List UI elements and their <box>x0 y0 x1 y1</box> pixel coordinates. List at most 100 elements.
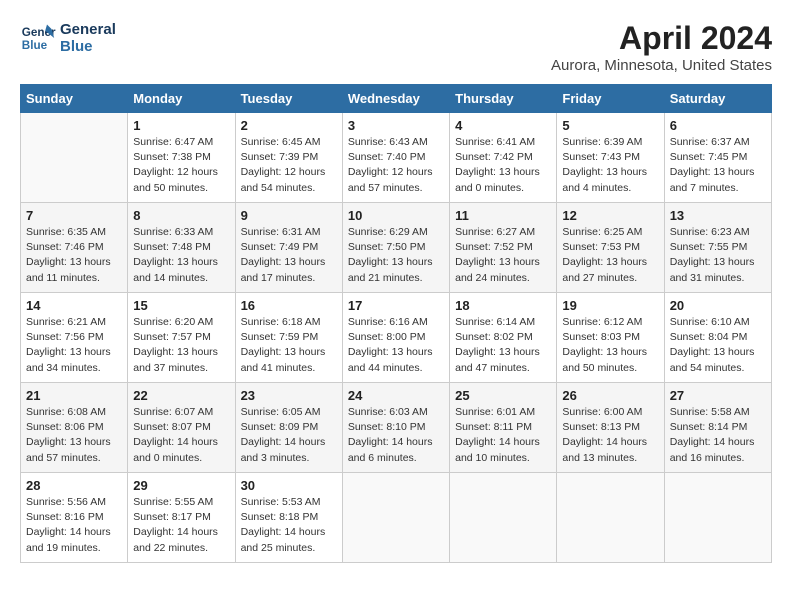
calendar-cell: 23Sunrise: 6:05 AM Sunset: 8:09 PM Dayli… <box>235 383 342 473</box>
day-number: 20 <box>670 298 766 313</box>
weekday-header-wednesday: Wednesday <box>342 85 449 113</box>
day-info: Sunrise: 6:37 AM Sunset: 7:45 PM Dayligh… <box>670 135 766 196</box>
day-info: Sunrise: 6:39 AM Sunset: 7:43 PM Dayligh… <box>562 135 658 196</box>
day-info: Sunrise: 6:45 AM Sunset: 7:39 PM Dayligh… <box>241 135 337 196</box>
day-number: 15 <box>133 298 229 313</box>
day-number: 5 <box>562 118 658 133</box>
day-info: Sunrise: 6:27 AM Sunset: 7:52 PM Dayligh… <box>455 225 551 286</box>
calendar-cell: 15 Sunrise: 6:20 AM Sunset: 7:57 PM Dayli… <box>128 293 235 383</box>
day-number: 25 <box>455 388 551 403</box>
day-number: 13 <box>670 208 766 223</box>
day-number: 21 <box>26 388 122 403</box>
day-number: 19 <box>562 298 658 313</box>
subtitle: Aurora, Minnesota, United States <box>551 57 772 74</box>
day-info: Sunrise: 6:20 AM Sunset: 7:57 PM Dayligh… <box>133 315 229 376</box>
calendar-cell: 18 Sunrise: 6:14 AM Sunset: 8:02 PM Dayli… <box>450 293 557 383</box>
calendar-cell <box>21 113 128 203</box>
calendar-cell <box>342 473 449 563</box>
weekday-header-thursday: Thursday <box>450 85 557 113</box>
calendar-cell: 27 Sunrise: 5:58 AM Sunset: 8:14 PM Dayli… <box>664 383 771 473</box>
calendar-cell: 29Sunrise: 5:55 AM Sunset: 8:17 PM Dayli… <box>128 473 235 563</box>
calendar-cell: 20 Sunrise: 6:10 AM Sunset: 8:04 PM Dayli… <box>664 293 771 383</box>
day-number: 1 <box>133 118 229 133</box>
day-info: Sunrise: 6:00 AM Sunset: 8:13 PM Dayligh… <box>562 405 658 466</box>
day-number: 6 <box>670 118 766 133</box>
day-info: Sunrise: 5:55 AM Sunset: 8:17 PM Dayligh… <box>133 495 229 556</box>
day-info: Sunrise: 6:29 AM Sunset: 7:50 PM Dayligh… <box>348 225 444 286</box>
day-info: Sunrise: 6:33 AM Sunset: 7:48 PM Dayligh… <box>133 225 229 286</box>
day-info: Sunrise: 6:23 AM Sunset: 7:55 PM Dayligh… <box>670 225 766 286</box>
day-info: Sunrise: 6:12 AM Sunset: 8:03 PM Dayligh… <box>562 315 658 376</box>
day-number: 4 <box>455 118 551 133</box>
day-info: Sunrise: 6:08 AM Sunset: 8:06 PM Dayligh… <box>26 405 122 466</box>
day-number: 16 <box>241 298 337 313</box>
weekday-header-row: SundayMondayTuesdayWednesdayThursdayFrid… <box>21 85 772 113</box>
calendar-cell: 9Sunrise: 6:31 AM Sunset: 7:49 PM Daylig… <box>235 203 342 293</box>
day-info: Sunrise: 6:05 AM Sunset: 8:09 PM Dayligh… <box>241 405 337 466</box>
logo-line2: Blue <box>60 38 116 55</box>
day-number: 2 <box>241 118 337 133</box>
day-number: 3 <box>348 118 444 133</box>
week-row-4: 21 Sunrise: 6:08 AM Sunset: 8:06 PM Dayli… <box>21 383 772 473</box>
day-number: 10 <box>348 208 444 223</box>
header: General Blue General Blue April 2024 Aur… <box>20 20 772 74</box>
day-number: 27 <box>670 388 766 403</box>
calendar-cell: 12 Sunrise: 6:25 AM Sunset: 7:53 PM Dayli… <box>557 203 664 293</box>
logo: General Blue General Blue <box>20 20 116 56</box>
calendar-cell: 10 Sunrise: 6:29 AM Sunset: 7:50 PM Dayli… <box>342 203 449 293</box>
calendar-cell: 19 Sunrise: 6:12 AM Sunset: 8:03 PM Dayli… <box>557 293 664 383</box>
calendar-cell: 24 Sunrise: 6:03 AM Sunset: 8:10 PM Dayli… <box>342 383 449 473</box>
calendar-cell: 8 Sunrise: 6:33 AM Sunset: 7:48 PM Daylig… <box>128 203 235 293</box>
weekday-header-friday: Friday <box>557 85 664 113</box>
weekday-header-sunday: Sunday <box>21 85 128 113</box>
calendar-cell: 14Sunrise: 6:21 AM Sunset: 7:56 PM Dayli… <box>21 293 128 383</box>
weekday-header-tuesday: Tuesday <box>235 85 342 113</box>
day-info: Sunrise: 6:35 AM Sunset: 7:46 PM Dayligh… <box>26 225 122 286</box>
day-info: Sunrise: 6:18 AM Sunset: 7:59 PM Dayligh… <box>241 315 337 376</box>
calendar-cell: 3 Sunrise: 6:43 AM Sunset: 7:40 PM Daylig… <box>342 113 449 203</box>
day-number: 24 <box>348 388 444 403</box>
day-info: Sunrise: 6:03 AM Sunset: 8:10 PM Dayligh… <box>348 405 444 466</box>
day-info: Sunrise: 5:53 AM Sunset: 8:18 PM Dayligh… <box>241 495 337 556</box>
main-title: April 2024 <box>551 20 772 57</box>
day-number: 12 <box>562 208 658 223</box>
calendar-table: SundayMondayTuesdayWednesdayThursdayFrid… <box>20 84 772 563</box>
calendar-cell <box>557 473 664 563</box>
day-info: Sunrise: 6:31 AM Sunset: 7:49 PM Dayligh… <box>241 225 337 286</box>
day-number: 28 <box>26 478 122 493</box>
calendar-cell: 13 Sunrise: 6:23 AM Sunset: 7:55 PM Dayli… <box>664 203 771 293</box>
weekday-header-monday: Monday <box>128 85 235 113</box>
calendar-cell: 6 Sunrise: 6:37 AM Sunset: 7:45 PM Daylig… <box>664 113 771 203</box>
week-row-2: 7Sunrise: 6:35 AM Sunset: 7:46 PM Daylig… <box>21 203 772 293</box>
day-number: 18 <box>455 298 551 313</box>
calendar-cell: 22Sunrise: 6:07 AM Sunset: 8:07 PM Dayli… <box>128 383 235 473</box>
week-row-1: 1Sunrise: 6:47 AM Sunset: 7:38 PM Daylig… <box>21 113 772 203</box>
day-number: 8 <box>133 208 229 223</box>
day-info: Sunrise: 6:07 AM Sunset: 8:07 PM Dayligh… <box>133 405 229 466</box>
week-row-3: 14Sunrise: 6:21 AM Sunset: 7:56 PM Dayli… <box>21 293 772 383</box>
title-area: April 2024 Aurora, Minnesota, United Sta… <box>551 20 772 74</box>
calendar-cell: 25 Sunrise: 6:01 AM Sunset: 8:11 PM Dayli… <box>450 383 557 473</box>
day-info: Sunrise: 6:14 AM Sunset: 8:02 PM Dayligh… <box>455 315 551 376</box>
day-number: 26 <box>562 388 658 403</box>
calendar-cell: 28Sunrise: 5:56 AM Sunset: 8:16 PM Dayli… <box>21 473 128 563</box>
day-info: Sunrise: 6:25 AM Sunset: 7:53 PM Dayligh… <box>562 225 658 286</box>
calendar-cell <box>450 473 557 563</box>
calendar-cell: 2 Sunrise: 6:45 AM Sunset: 7:39 PM Daylig… <box>235 113 342 203</box>
calendar-cell: 26 Sunrise: 6:00 AM Sunset: 8:13 PM Dayli… <box>557 383 664 473</box>
day-info: Sunrise: 6:41 AM Sunset: 7:42 PM Dayligh… <box>455 135 551 196</box>
day-info: Sunrise: 5:58 AM Sunset: 8:14 PM Dayligh… <box>670 405 766 466</box>
day-info: Sunrise: 6:21 AM Sunset: 7:56 PM Dayligh… <box>26 315 122 376</box>
day-info: Sunrise: 6:16 AM Sunset: 8:00 PM Dayligh… <box>348 315 444 376</box>
calendar-cell <box>664 473 771 563</box>
calendar-cell: 16 Sunrise: 6:18 AM Sunset: 7:59 PM Dayli… <box>235 293 342 383</box>
day-info: Sunrise: 6:10 AM Sunset: 8:04 PM Dayligh… <box>670 315 766 376</box>
day-number: 30 <box>241 478 337 493</box>
calendar-cell: 17Sunrise: 6:16 AM Sunset: 8:00 PM Dayli… <box>342 293 449 383</box>
day-number: 11 <box>455 208 551 223</box>
calendar-cell: 1Sunrise: 6:47 AM Sunset: 7:38 PM Daylig… <box>128 113 235 203</box>
calendar-cell: 11 Sunrise: 6:27 AM Sunset: 7:52 PM Dayli… <box>450 203 557 293</box>
svg-text:Blue: Blue <box>22 39 48 52</box>
day-info: Sunrise: 6:43 AM Sunset: 7:40 PM Dayligh… <box>348 135 444 196</box>
day-info: Sunrise: 6:01 AM Sunset: 8:11 PM Dayligh… <box>455 405 551 466</box>
